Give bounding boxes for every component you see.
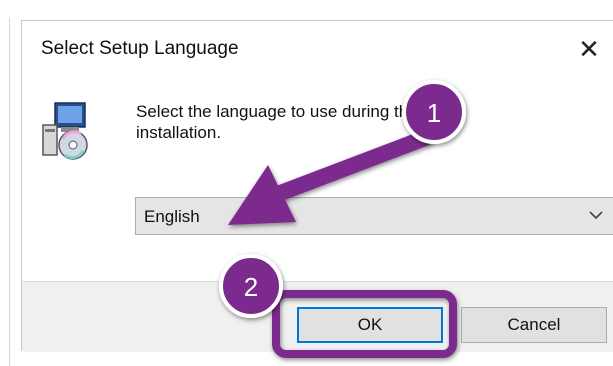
close-icon[interactable]: ✕ — [573, 33, 605, 65]
cancel-button[interactable]: Cancel — [461, 307, 607, 343]
dialog-title: Select Setup Language — [41, 38, 239, 59]
window-frame-top — [0, 0, 613, 9]
setup-installer-icon — [42, 102, 88, 160]
language-select-value: English — [144, 207, 200, 226]
prompt-text: Select the language to use during the in… — [136, 102, 418, 142]
chevron-down-icon[interactable] — [587, 206, 605, 224]
language-select[interactable]: English — [135, 197, 613, 235]
window-frame-left — [0, 0, 12, 366]
title-bar[interactable]: Select Setup Language ✕ — [22, 21, 613, 73]
ok-button[interactable]: OK — [297, 307, 443, 343]
setup-language-dialog: Select Setup Language ✕ Select the langu… — [21, 20, 613, 352]
